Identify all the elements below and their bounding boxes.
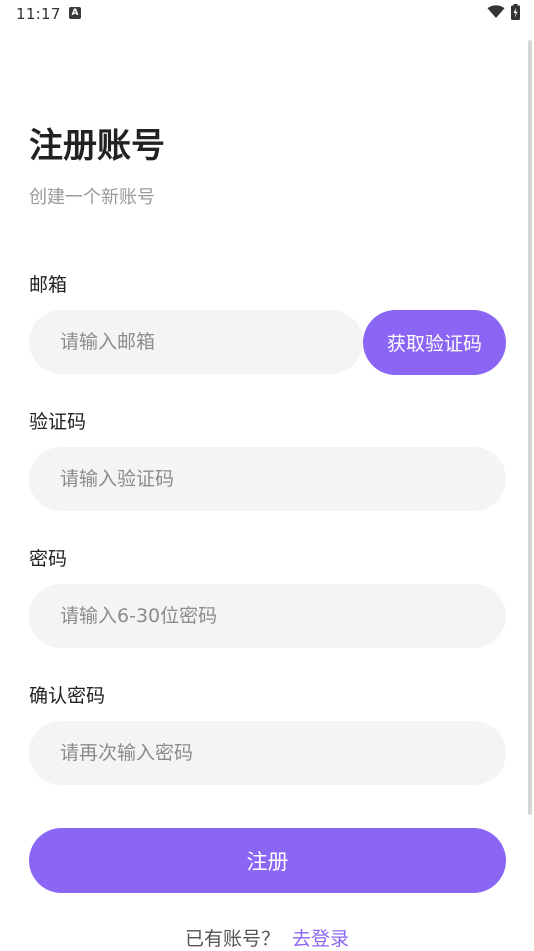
confirm-password-field-container bbox=[29, 721, 506, 785]
page-title: 注册账号 bbox=[29, 126, 165, 166]
password-label: 密码 bbox=[29, 548, 68, 570]
password-input[interactable] bbox=[58, 604, 506, 628]
login-prompt-text: 已有账号？ bbox=[184, 928, 280, 950]
confirm-password-input[interactable] bbox=[58, 741, 506, 765]
status-icons bbox=[487, 4, 520, 20]
status-bar: 11:17 A bbox=[0, 0, 534, 28]
email-input[interactable] bbox=[58, 330, 363, 354]
login-prompt: 已有账号？ 去登录 bbox=[0, 924, 534, 951]
login-link[interactable]: 去登录 bbox=[292, 928, 349, 950]
battery-charging-icon bbox=[511, 4, 520, 20]
notification-icon: A bbox=[69, 7, 81, 19]
get-code-button[interactable]: 获取验证码 bbox=[363, 310, 506, 375]
scrollbar[interactable] bbox=[528, 40, 532, 815]
register-button[interactable]: 注册 bbox=[29, 828, 506, 893]
password-field-container bbox=[29, 584, 506, 648]
email-label: 邮箱 bbox=[29, 274, 68, 296]
code-label: 验证码 bbox=[29, 411, 87, 433]
confirm-password-label: 确认密码 bbox=[29, 685, 106, 707]
verification-code-input[interactable] bbox=[58, 467, 506, 491]
status-time: 11:17 bbox=[16, 5, 61, 23]
wifi-icon bbox=[487, 5, 505, 18]
email-field-container bbox=[29, 310, 363, 374]
page-subtitle: 创建一个新账号 bbox=[29, 187, 155, 208]
code-field-container bbox=[29, 447, 506, 511]
